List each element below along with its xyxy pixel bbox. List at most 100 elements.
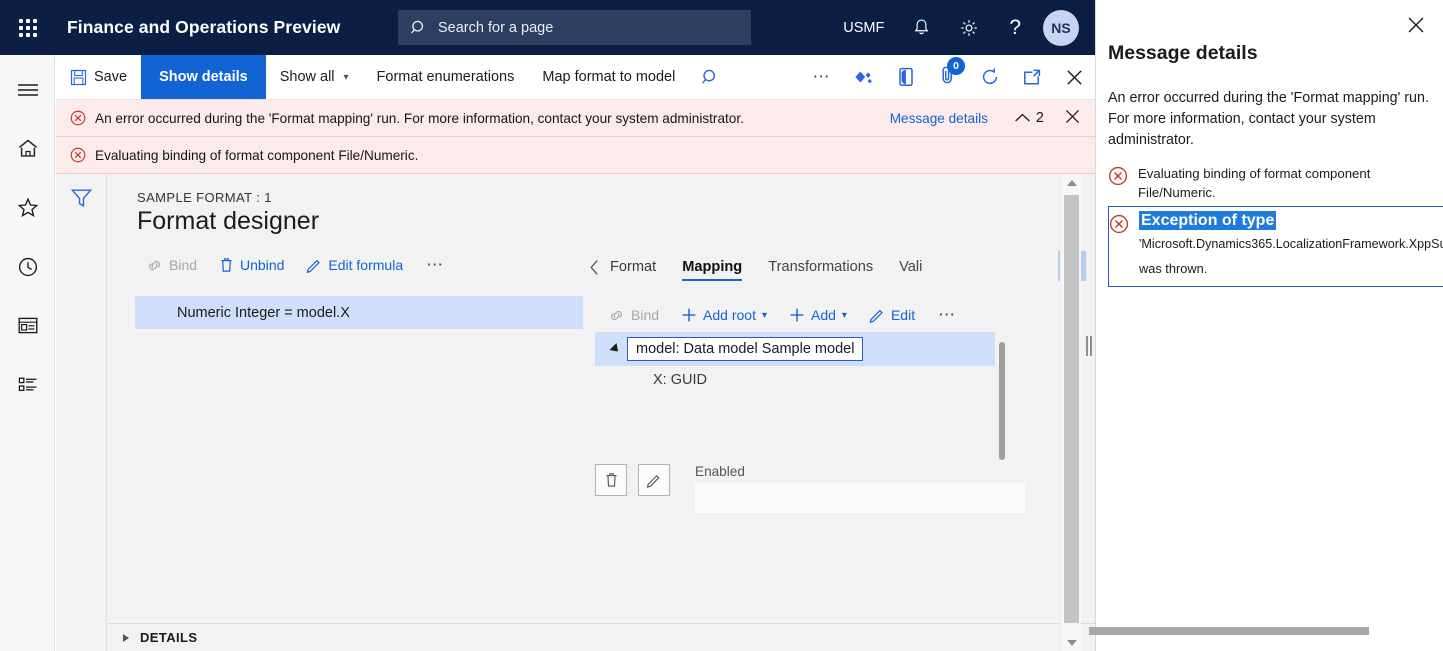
format-enumerations-button[interactable]: Format enumerations xyxy=(363,55,529,99)
link-icon xyxy=(146,259,163,272)
save-disk-icon xyxy=(70,69,87,86)
designer-panes: Bind Unbind xyxy=(107,236,1095,515)
mapping-bind-label: Bind xyxy=(631,307,659,323)
save-label: Save xyxy=(94,69,127,85)
left-navigation-rail xyxy=(0,55,55,651)
command-bar: Save Show details Show all ▾ Format enum… xyxy=(56,55,1095,100)
message-details-link[interactable]: Message details xyxy=(890,111,988,126)
panel-body-text: An error occurred during the 'Format map… xyxy=(1108,88,1432,151)
filter-icon[interactable] xyxy=(70,187,93,209)
sidebar-item-modules[interactable] xyxy=(0,361,55,408)
error-icon xyxy=(1109,214,1129,234)
tree-row-root[interactable]: model: Data model Sample model xyxy=(595,332,995,366)
tab-transformations[interactable]: Transformations xyxy=(755,248,886,286)
search-icon[interactable] xyxy=(689,55,731,99)
close-icon[interactable] xyxy=(1403,12,1429,38)
app-title: Finance and Operations Preview xyxy=(67,17,340,38)
tab-validations[interactable]: Vali xyxy=(886,248,922,286)
topbar-actions: USMF ? NS xyxy=(829,0,1095,55)
message-text: Evaluating binding of format component F… xyxy=(95,148,1081,163)
add-dropdown[interactable]: Add ▾ xyxy=(778,307,858,323)
show-all-dropdown[interactable]: Show all ▾ xyxy=(266,55,363,99)
data-model-tree: model: Data model Sample model X: GUID xyxy=(595,332,1095,388)
list-icon xyxy=(17,375,39,394)
help-button[interactable]: ? xyxy=(993,0,1037,55)
mapping-edit-label: Edit xyxy=(891,307,915,323)
sidebar-item-home[interactable] xyxy=(0,125,55,172)
bind-button[interactable]: Bind xyxy=(135,257,208,273)
open-in-new-window-icon[interactable] xyxy=(1011,55,1053,99)
plus-icon xyxy=(789,307,805,323)
page-vertical-scrollbar[interactable] xyxy=(1060,174,1081,651)
bell-icon[interactable] xyxy=(898,0,945,55)
refresh-icon[interactable] xyxy=(969,55,1011,99)
attachments-button[interactable]: 0 xyxy=(927,55,969,99)
list-item-body: Exception of type 'Microsoft.Dynamics365… xyxy=(1139,212,1443,276)
search-glyph xyxy=(701,68,720,87)
sidebar-item-workspaces[interactable] xyxy=(0,302,55,349)
edit-formula-button[interactable]: Edit formula xyxy=(295,257,414,273)
mapping-detail-actions: Enabled xyxy=(585,464,1095,515)
format-pane-overflow-icon[interactable]: ⋯ xyxy=(414,255,457,275)
format-binding-row[interactable]: Numeric Integer = model.X xyxy=(135,296,583,329)
details-section-toggle[interactable]: DETAILS xyxy=(107,623,1095,651)
popout-glyph xyxy=(1022,68,1042,86)
chevron-down-icon: ▾ xyxy=(762,310,767,321)
chevron-down-icon: ▾ xyxy=(344,72,349,83)
unbind-button[interactable]: Unbind xyxy=(208,257,295,273)
close-glyph xyxy=(1065,68,1084,87)
overflow-menu-icon[interactable]: ⋯ xyxy=(801,55,843,99)
message-close-icon[interactable] xyxy=(1064,108,1081,128)
delete-button[interactable] xyxy=(595,464,627,496)
mapping-overflow-icon[interactable]: ⋯ xyxy=(926,305,969,325)
company-selector[interactable]: USMF xyxy=(829,0,898,55)
mapping-edit-button[interactable]: Edit xyxy=(858,307,926,323)
plus-icon xyxy=(681,307,697,323)
panel-horizontal-scrollbar[interactable] xyxy=(1089,627,1369,635)
office-app-icon[interactable] xyxy=(885,55,927,99)
sidebar-item-navigation-menu[interactable] xyxy=(0,66,55,113)
tab-format[interactable]: Format xyxy=(608,248,669,286)
gear-icon[interactable] xyxy=(945,0,993,55)
clock-icon xyxy=(17,256,39,278)
show-details-button[interactable]: Show details xyxy=(141,55,266,99)
scrollbar-thumb[interactable] xyxy=(1064,195,1079,623)
tree-root-label[interactable]: model: Data model Sample model xyxy=(627,337,863,361)
top-navigation-bar: Finance and Operations Preview Search fo… xyxy=(0,0,1095,55)
expanded-triangle-icon[interactable] xyxy=(603,344,627,354)
message-collapse-toggle[interactable]: 2 xyxy=(1014,110,1044,126)
details-section-label: DETAILS xyxy=(140,630,197,645)
message-bar: An error occurred during the 'Format map… xyxy=(56,100,1095,175)
save-button[interactable]: Save xyxy=(56,55,141,99)
message-details-panel: Message details An error occurred during… xyxy=(1095,0,1443,651)
tab-mapping[interactable]: Mapping xyxy=(669,248,755,286)
close-glyph xyxy=(1406,15,1426,35)
page-workspace: SAMPLE FORMAT : 1 Format designer Bind xyxy=(56,174,1095,651)
scroll-down-arrow-icon[interactable] xyxy=(1061,634,1082,651)
chevron-left-icon[interactable] xyxy=(585,259,608,276)
list-item[interactable]: Exception of type 'Microsoft.Dynamics365… xyxy=(1108,206,1443,287)
message-text: An error occurred during the 'Format map… xyxy=(95,111,890,126)
sidebar-item-favorites[interactable] xyxy=(0,184,55,231)
mapping-pane-actions: Bind Add root ▾ xyxy=(585,298,1095,332)
list-item[interactable]: Evaluating binding of format component F… xyxy=(1108,160,1443,206)
search-input[interactable]: Search for a page xyxy=(398,10,751,45)
mapping-bind-button[interactable]: Bind xyxy=(597,307,670,323)
edit-button[interactable] xyxy=(638,464,670,496)
add-root-dropdown[interactable]: Add root ▾ xyxy=(670,307,778,323)
tree-row-child[interactable]: X: GUID xyxy=(595,366,1095,388)
sidebar-item-recent[interactable] xyxy=(0,243,55,290)
main-splitter-handle[interactable] xyxy=(1086,336,1094,356)
gear-glyph xyxy=(959,18,979,38)
map-format-to-model-button[interactable]: Map format to model xyxy=(528,55,689,99)
share-diamond-icon[interactable] xyxy=(843,55,885,99)
enabled-field-input[interactable] xyxy=(695,483,1025,515)
panel-title: Message details xyxy=(1108,42,1258,65)
avatar[interactable]: NS xyxy=(1043,10,1079,46)
tree-vertical-scrollbar[interactable] xyxy=(999,342,1005,460)
bind-label: Bind xyxy=(169,257,197,273)
app-launcher-icon[interactable] xyxy=(0,0,55,55)
format-pane: Bind Unbind xyxy=(107,248,585,515)
close-icon[interactable] xyxy=(1053,55,1095,99)
scroll-up-arrow-icon[interactable] xyxy=(1061,174,1082,191)
